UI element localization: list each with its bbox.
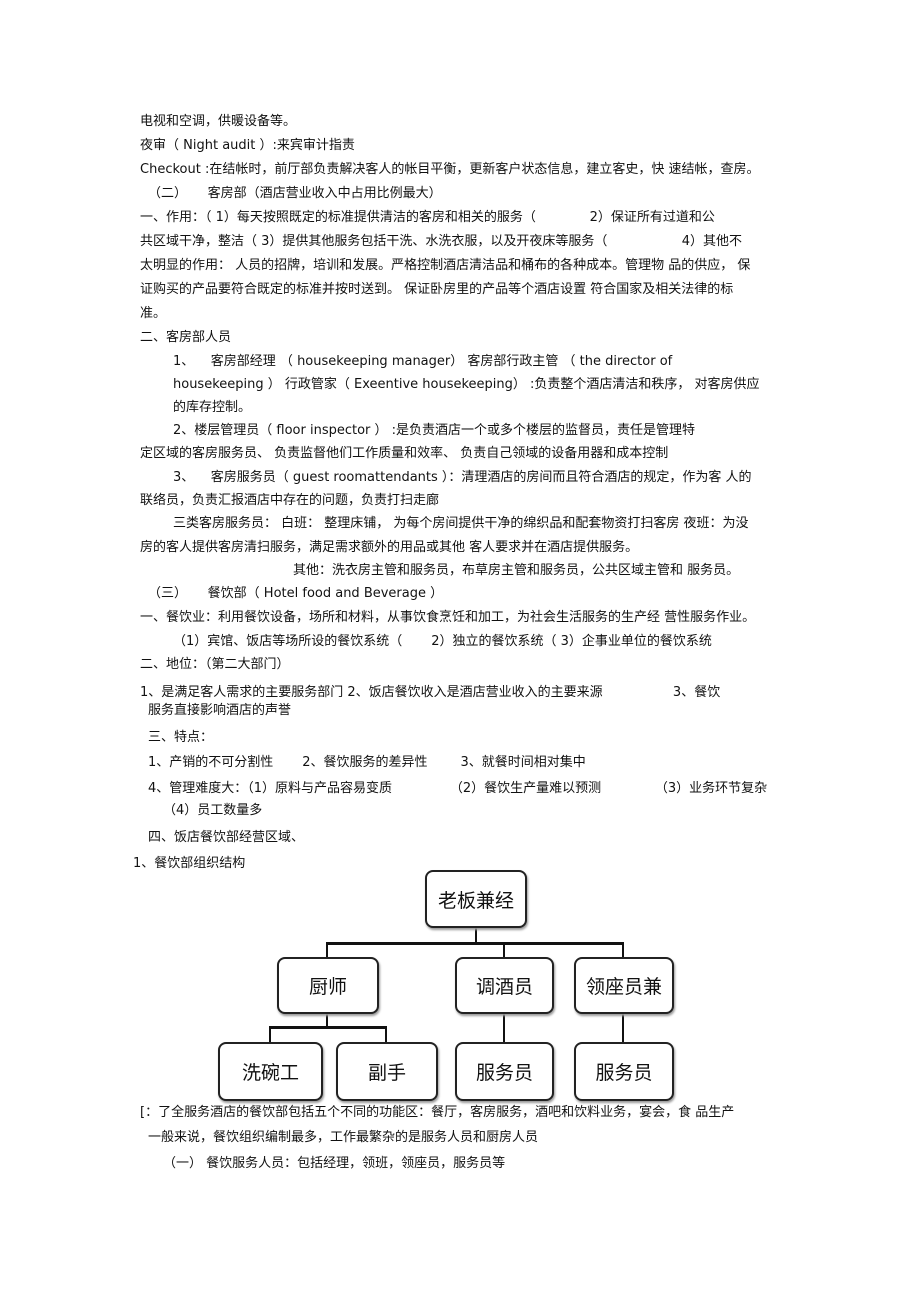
text-line: 夜审（ Night audit ）:来宾审计指责 — [140, 138, 355, 153]
text-line: Checkout :在结帐时，前厅部负责解决客人的帐目平衡，更新客户状态信息，建… — [140, 162, 760, 177]
text-line: 1、 客房部经理 （ housekeeping manager） 客房部行政主管… — [173, 354, 673, 369]
text-line: 的库存控制。 — [173, 400, 252, 415]
connector — [622, 942, 624, 958]
text-line: 服务直接影响酒店的声誉 — [148, 703, 292, 718]
text-line: （一） 餐饮服务人员：包括经理，领班，领座员，服务员等 — [163, 1156, 506, 1171]
text-line: （4）员工数量多 — [163, 803, 263, 818]
text-line: 一、作用：（ 1）每天按照既定的标准提供清洁的客房和相关的服务（ 2）保证所有过… — [140, 210, 715, 225]
text-line: 2、楼层管理员（ floor inspector ） :是负责酒店一个或多个楼层… — [173, 423, 696, 438]
org-node-level2: 领座员兼 — [574, 957, 674, 1014]
text-line: 二、客房部人员 — [140, 330, 232, 345]
org-node-level2: 调酒员 — [455, 957, 554, 1014]
org-node-level2: 厨师 — [277, 957, 379, 1014]
org-node-root: 老板兼经 — [425, 870, 527, 928]
connector — [503, 942, 505, 958]
text-line: housekeeping ） 行政管家（ Exeentive housekeep… — [173, 377, 760, 392]
text-line: 二、地位：（第二大部门） — [140, 657, 290, 672]
org-node-level3: 服务员 — [574, 1042, 674, 1101]
text-line: （二） 客房部（酒店营业收入中占用比例最大） — [148, 186, 442, 201]
text-line: 一、餐饮业：利用餐饮设备，场所和材料，从事饮食烹饪和加工，为社会生活服务的生产经… — [140, 610, 756, 625]
org-node-level3: 副手 — [336, 1042, 438, 1101]
connector — [326, 942, 624, 945]
connector — [503, 1012, 505, 1043]
text-line: 三类客房服务员： 白班： 整理床铺， 为每个房间提供干净的绵织品和配套物资打扫客… — [173, 516, 749, 531]
text-line: 3、 客房服务员（ guest roomattendants ）：清理酒店的房间… — [173, 470, 752, 485]
text-line: 房的客人提供客房清扫服务，满足需求额外的用品或其他 客人要求并在酒店提供服务。 — [140, 540, 639, 555]
text-line: 4、管理难度大：（1）原料与产品容易变质 （2）餐饮生产量难以预测 （3）业务环… — [148, 781, 768, 796]
text-line: （1）宾馆、饭店等场所设的餐饮系统（ 2）独立的餐饮系统（ 3）企事业单位的餐饮… — [173, 634, 712, 649]
text-line: 证购买的产品要符合既定的标准并按时送到。 保证卧房里的产品等个酒店设置 符合国家… — [140, 282, 734, 297]
connector — [385, 1026, 387, 1043]
connector — [622, 1012, 624, 1043]
text-line: 其他：洗衣房主管和服务员，布草房主管和服务员，公共区域主管和 服务员。 — [293, 563, 740, 578]
text-line: 1、餐饮部组织结构 — [133, 856, 246, 871]
text-line: 三、特点： — [148, 730, 214, 745]
text-line: [：了全服务酒店的餐饮部包括五个不同的功能区：餐厅，客房服务，酒吧和饮料业务，宴… — [140, 1105, 735, 1120]
text-line: 1、产销的不可分割性 2、餐饮服务的差异性 3、就餐时间相对集中 — [148, 755, 586, 770]
text-line: 共区域干净，整洁（ 3）提供其他服务包括干洗、水洗衣服，以及开夜床等服务（ 4）… — [140, 234, 743, 249]
connector — [269, 1026, 271, 1043]
connector — [326, 942, 328, 958]
text-line: 1、是满足客人需求的主要服务部门 2、饭店餐饮收入是酒店营业收入的主要来源 3、… — [140, 685, 721, 700]
text-line: 准。 — [140, 306, 167, 321]
document-page: 电视和空调，供暖设备等。夜审（ Night audit ）:来宾审计指责 Chec… — [0, 0, 920, 1303]
org-node-level3: 服务员 — [455, 1042, 554, 1101]
org-node-level3: 洗碗工 — [218, 1042, 323, 1101]
connector — [269, 1026, 387, 1029]
connector — [326, 1012, 328, 1027]
text-line: 太明显的作用： 人员的招牌，培训和发展。严格控制酒店清洁品和桶布的各种成本。管理… — [140, 258, 751, 273]
text-line: 联络员，负责汇报酒店中存在的问题，负责打扫走廊 — [140, 493, 440, 508]
text-line: 电视和空调，供暖设备等。 — [140, 114, 297, 129]
text-line: 一般来说，餐饮组织编制最多，工作最繁杂的是服务人员和厨房人员 — [148, 1130, 539, 1145]
text-line: （三） 餐饮部（ Hotel food and Beverage ） — [148, 586, 444, 601]
text-line: 定区域的客房服务员、 负责监督他们工作质量和效率、 负责自己领域的设备用器和成本… — [140, 446, 669, 461]
text-line: 四、饭店餐饮部经营区域、 — [148, 830, 305, 845]
